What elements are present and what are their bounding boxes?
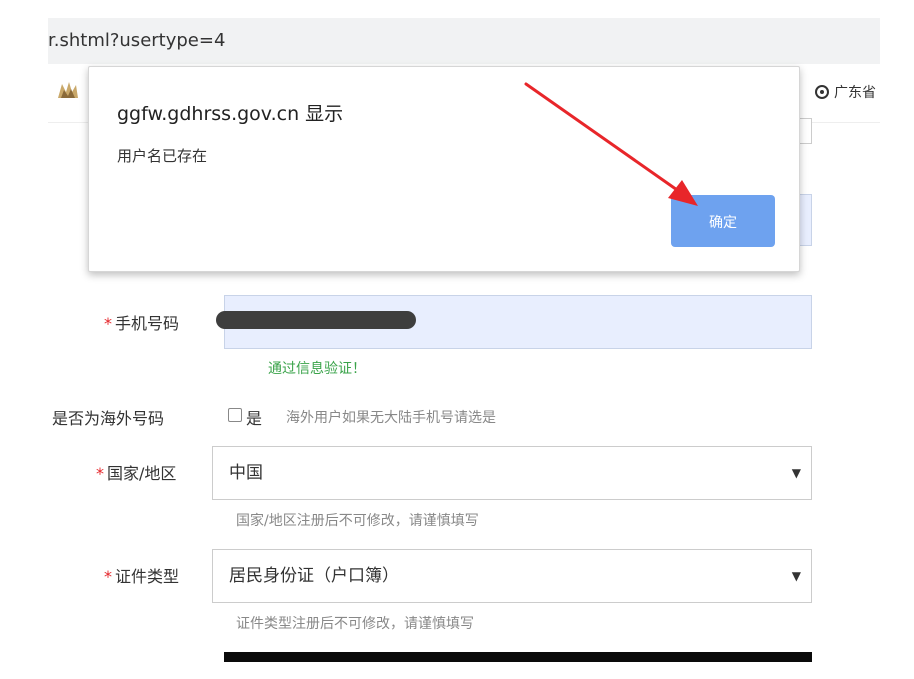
id-type-select[interactable]: 居民身份证（户口簿） ▼ bbox=[212, 549, 812, 603]
dialog-message: 用户名已存在 bbox=[117, 147, 208, 165]
overseas-checkbox-label: 是 bbox=[246, 409, 263, 428]
overseas-checkbox[interactable] bbox=[228, 408, 242, 422]
phone-verified-message: 通过信息验证！ bbox=[268, 361, 366, 377]
country-select[interactable]: 中国 ▼ bbox=[212, 446, 812, 500]
id-type-select-value: 居民身份证（户口簿） bbox=[229, 566, 399, 586]
alert-dialog: ggfw.gdhrss.gov.cn 显示 用户名已存在 确定 bbox=[88, 66, 800, 272]
address-url: r.shtml?usertype=4 bbox=[48, 30, 226, 51]
site-logo-icon bbox=[58, 82, 78, 98]
id-type-hint: 证件类型注册后不可修改，请谨慎填写 bbox=[236, 616, 474, 632]
chevron-down-icon: ▼ bbox=[791, 569, 801, 583]
next-field-input[interactable] bbox=[224, 652, 812, 662]
chevron-down-icon: ▼ bbox=[791, 466, 801, 480]
country-label: * 国家/地区 bbox=[96, 464, 177, 483]
address-bar[interactable]: r.shtml?usertype=4 bbox=[48, 18, 880, 64]
country-hint: 国家/地区注册后不可修改，请谨慎填写 bbox=[236, 513, 479, 529]
globe-icon bbox=[815, 85, 829, 99]
overseas-hint: 海外用户如果无大陆手机号请选是 bbox=[286, 410, 496, 426]
phone-label: * 手机号码 bbox=[104, 314, 180, 333]
dialog-origin-title: ggfw.gdhrss.gov.cn 显示 bbox=[117, 103, 344, 125]
browser-viewport: r.shtml?usertype=4 广东省 * 手机号码 通过信息验证！ 是否为… bbox=[48, 18, 880, 662]
id-type-label: * 证件类型 bbox=[104, 567, 180, 586]
redacted-phone-number bbox=[216, 311, 416, 329]
dialog-ok-button[interactable]: 确定 bbox=[671, 195, 775, 247]
overseas-label: 是否为海外号码 bbox=[52, 409, 165, 428]
country-select-value: 中国 bbox=[229, 463, 263, 483]
region-selector[interactable]: 广东省 bbox=[815, 82, 876, 102]
region-label: 广东省 bbox=[834, 85, 876, 101]
